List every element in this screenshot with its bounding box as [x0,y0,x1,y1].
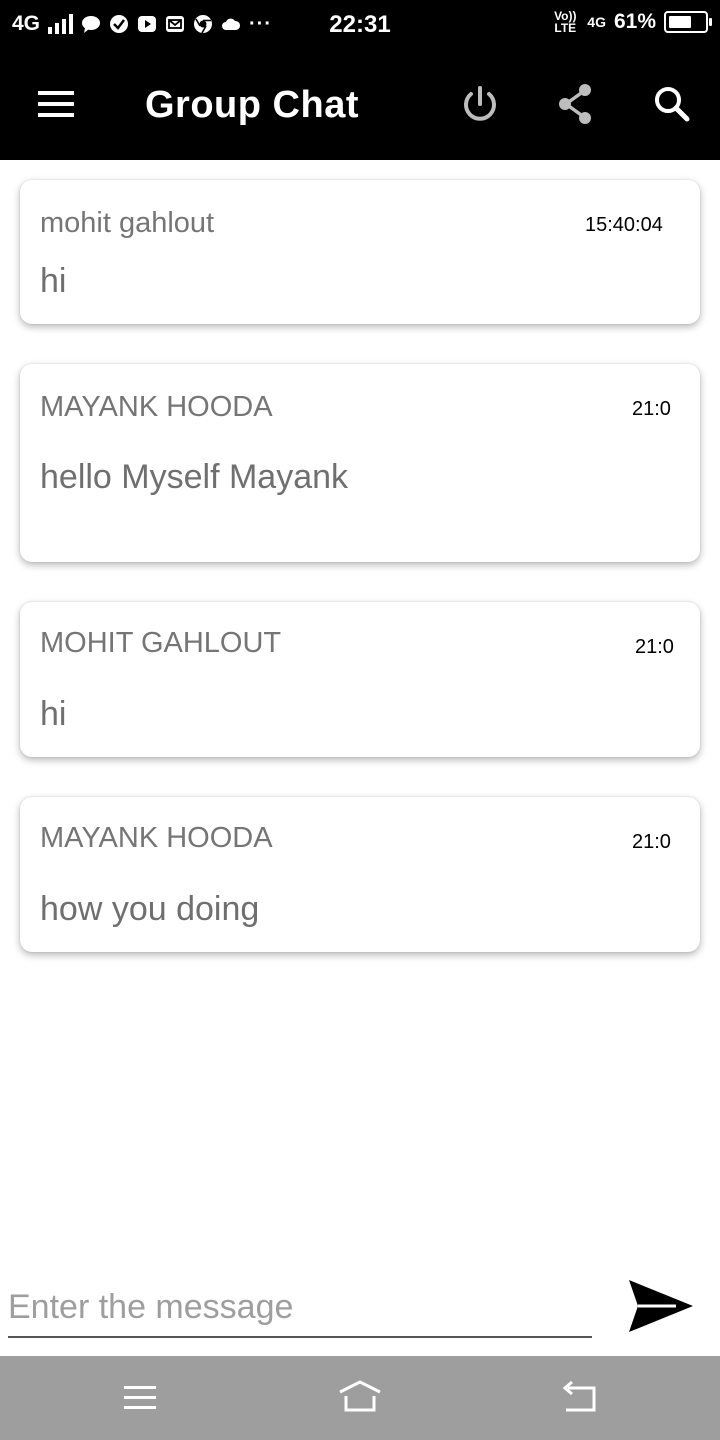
network-4g-label: 4G [587,13,606,30]
app-bar: Group Chat [0,52,720,160]
network-4g-indicator: 4G [587,13,606,30]
input-underline [8,1336,592,1338]
message-text: how you doing [40,890,260,928]
message-time: 21:02:56 [632,831,671,853]
battery-percentage: 61% [613,10,656,33]
message-card[interactable]: MOHIT GAHLOUT 21:02:36 hi [20,602,700,757]
back-icon[interactable] [556,1374,604,1422]
message-card[interactable]: MAYANK HOODA 21:02:56 how you doing [20,797,700,952]
recent-apps-icon[interactable] [116,1374,164,1422]
volte-indicator: Vo)) LTE [551,10,579,34]
battery-icon [664,11,712,33]
status-right: Vo)) LTE 4G 61% [551,10,712,34]
system-nav-bar [0,1356,720,1440]
message-sender: mohit gahlout [40,207,215,239]
message-input[interactable] [8,1282,592,1332]
message-text: hi [40,262,67,300]
message-text: hi [40,695,67,733]
status-bar: 4G ··· 22:31 Vo)) LTE 4G 61% [0,0,720,52]
message-sender: MAYANK HOODA [40,391,273,423]
message-time: 21:02:41 [632,398,671,420]
message-sender: MOHIT GAHLOUT [40,627,282,659]
menu-icon[interactable] [30,82,82,126]
send-icon[interactable] [626,1274,696,1338]
message-card[interactable]: mohit gahlout 15:40:04 hi [20,180,700,324]
power-icon[interactable] [456,80,504,128]
home-icon[interactable] [336,1374,384,1422]
search-icon[interactable] [648,80,696,128]
message-text: hello Myself Mayank [40,458,349,496]
share-icon[interactable] [552,80,600,128]
volte-label: Vo)) LTE [554,9,577,35]
message-time: 21:02:36 [635,636,674,658]
page-title: Group Chat [145,84,359,126]
battery-fill [669,16,691,28]
message-sender: MAYANK HOODA [40,822,273,854]
message-card[interactable]: MAYANK HOODA 21:02:41 hello Myself Mayan… [20,364,700,562]
message-time: 15:40:04 [585,214,663,236]
